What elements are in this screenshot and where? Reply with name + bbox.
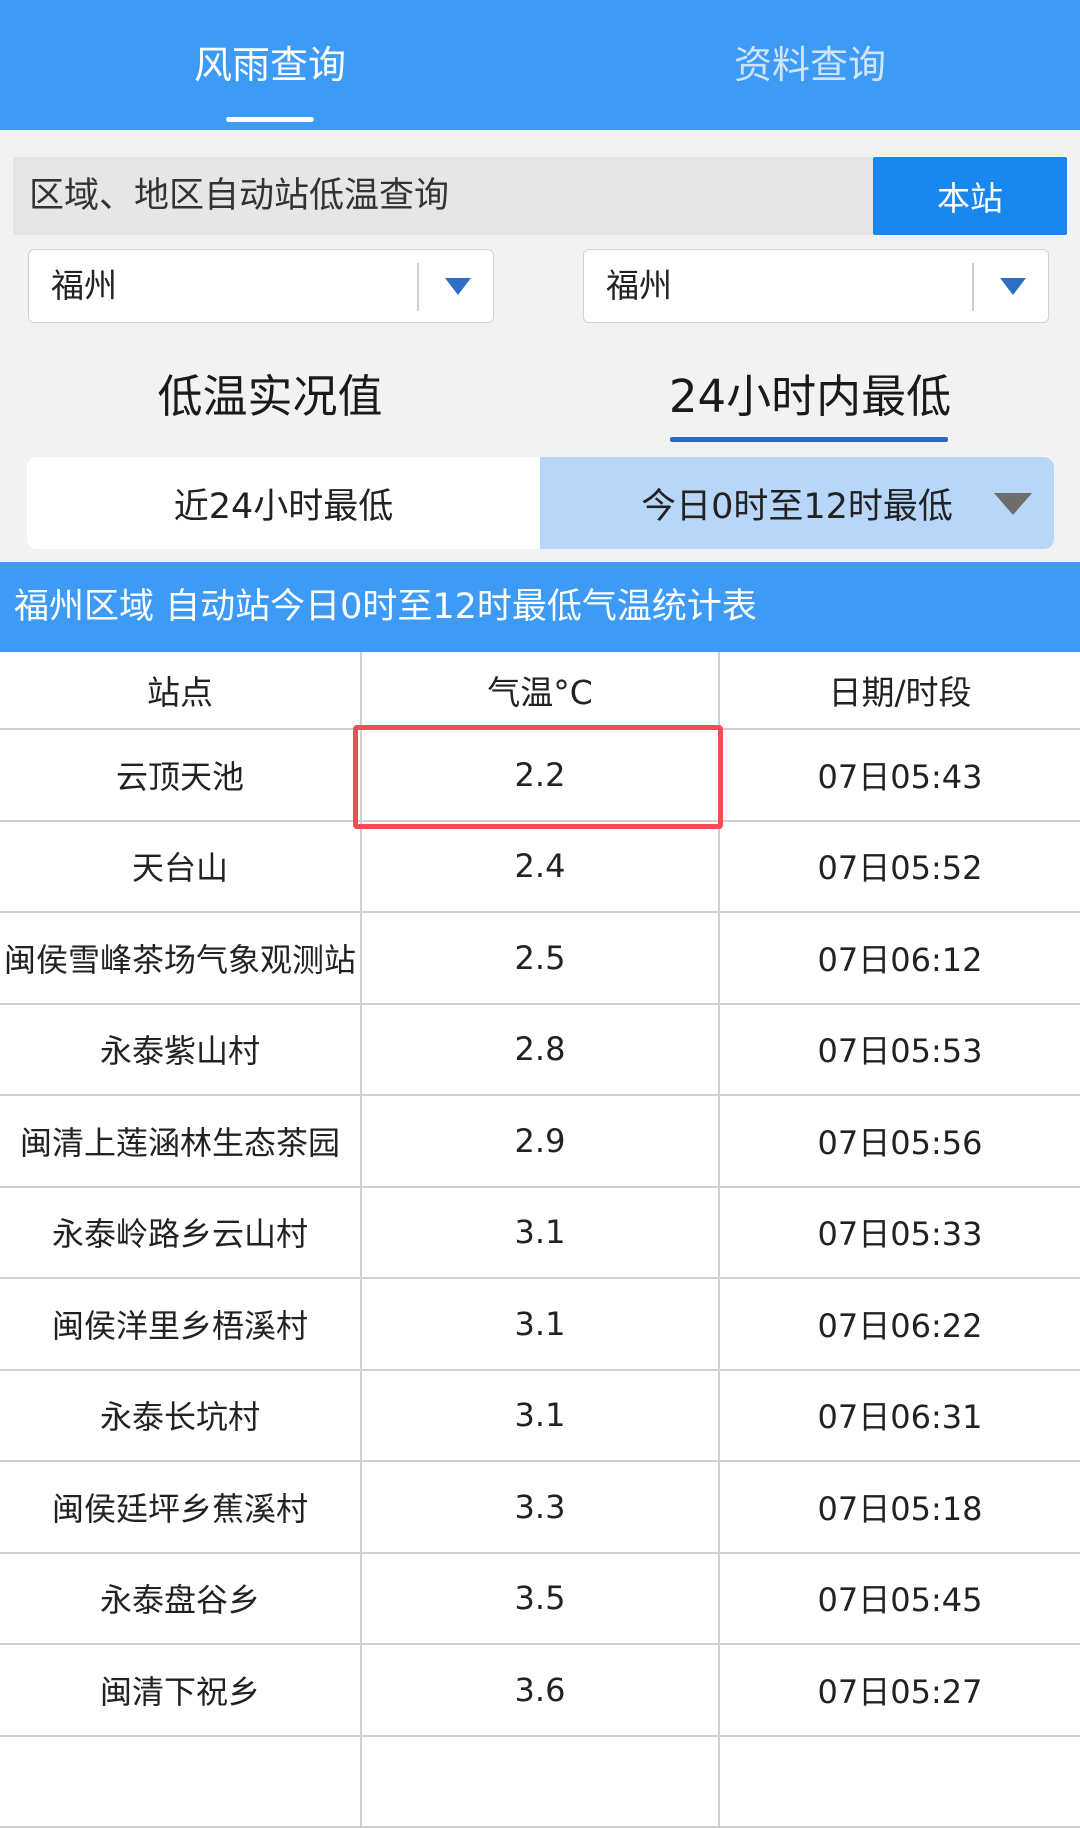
- header-temperature: 气温°C: [360, 652, 720, 728]
- station-cell: 永泰盘谷乡: [0, 1554, 360, 1644]
- table-row[interactable]: 闽侯洋里乡梧溪村 3.1 07日06:22: [0, 1279, 1080, 1371]
- time-cell: 07日05:52: [720, 822, 1080, 912]
- tab-data-query[interactable]: 资料查询: [540, 0, 1080, 130]
- temperature-cell: 3.1: [360, 1371, 720, 1461]
- time-cell: 07日06:31: [720, 1371, 1080, 1461]
- temperature-cell: 3.1: [360, 1188, 720, 1278]
- region-select[interactable]: 福州: [28, 249, 494, 323]
- query-panel: 区域、地区自动站低温查询 本站 福州 福州 低温实况值 24小时内最低 近24小…: [0, 130, 1080, 562]
- station-cell: 永泰紫山村: [0, 1005, 360, 1095]
- subtab-label: 近24小时最低: [174, 478, 394, 529]
- temperature-cell: 3.6: [360, 1645, 720, 1735]
- query-header-row: 区域、地区自动站低温查询 本站: [13, 157, 1067, 235]
- tab-label: 资料查询: [734, 34, 886, 89]
- mode-tab-low-temp-live[interactable]: 低温实况值: [0, 352, 540, 432]
- time-cell: 07日05:53: [720, 1005, 1080, 1095]
- station-cell: 闽清下祝乡: [0, 1645, 360, 1735]
- table-row[interactable]: 闽清下祝乡 3.6 07日05:27: [0, 1645, 1080, 1737]
- table-row[interactable]: 闽侯雪峰茶场气象观测站 2.5 07日06:12: [0, 913, 1080, 1005]
- table-title: 福州区域 自动站今日0时至12时最低气温统计表: [0, 562, 1080, 652]
- time-cell: 07日05:45: [720, 1554, 1080, 1644]
- dropdown-triangle-icon[interactable]: [994, 493, 1032, 515]
- temperature-cell: 2.4: [360, 822, 720, 912]
- area-select[interactable]: 福州: [583, 249, 1049, 323]
- subtab-label: 今日0时至12时最低: [641, 478, 953, 529]
- temperature-cell: 3.5: [360, 1554, 720, 1644]
- time-cell: 07日05:43: [720, 730, 1080, 820]
- time-cell: 07日05:18: [720, 1462, 1080, 1552]
- temperature-cell: 3.1: [360, 1279, 720, 1369]
- header-date-time: 日期/时段: [720, 652, 1080, 728]
- subtab-today-0-12[interactable]: 今日0时至12时最低: [540, 457, 1054, 549]
- top-tab-bar: 风雨查询 资料查询: [0, 0, 1080, 130]
- select-divider: [417, 263, 419, 311]
- time-cell: 07日06:12: [720, 913, 1080, 1003]
- query-title: 区域、地区自动站低温查询: [29, 157, 449, 235]
- active-mode-indicator: [670, 437, 948, 442]
- table-row[interactable]: 永泰岭路乡云山村 3.1 07日05:33: [0, 1188, 1080, 1280]
- station-cell: 云顶天池: [0, 730, 360, 820]
- chevron-down-icon[interactable]: [1000, 278, 1026, 295]
- region-select-value: 福州: [51, 250, 117, 322]
- mode-tab-24h-lowest[interactable]: 24小时内最低: [540, 352, 1080, 432]
- table-row[interactable]: 天台山 2.4 07日05:52: [0, 822, 1080, 914]
- station-cell: 闽侯雪峰茶场气象观测站: [0, 913, 360, 1003]
- temperature-cell: 2.9: [360, 1096, 720, 1186]
- active-tab-indicator: [226, 117, 314, 122]
- station-button[interactable]: 本站: [873, 157, 1067, 235]
- table-row[interactable]: 永泰盘谷乡 3.5 07日05:45: [0, 1554, 1080, 1646]
- station-cell: 天台山: [0, 822, 360, 912]
- table-row[interactable]: 永泰长坑村 3.1 07日06:31: [0, 1371, 1080, 1463]
- time-cell: 07日05:33: [720, 1188, 1080, 1278]
- station-cell: 闽清上莲涵林生态茶园: [0, 1096, 360, 1186]
- temperature-cell: 2.8: [360, 1005, 720, 1095]
- subtab-last-24h[interactable]: 近24小时最低: [27, 457, 540, 549]
- time-cell: 07日05:56: [720, 1096, 1080, 1186]
- station-cell: 闽侯廷坪乡蕉溪村: [0, 1462, 360, 1552]
- station-cell: 永泰岭路乡云山村: [0, 1188, 360, 1278]
- table-row[interactable]: 闽侯廷坪乡蕉溪村 3.3 07日05:18: [0, 1462, 1080, 1554]
- temperature-cell: 2.5: [360, 913, 720, 1003]
- area-select-value: 福州: [606, 250, 672, 322]
- table-row[interactable]: 永泰紫山村 2.8 07日05:53: [0, 1005, 1080, 1097]
- highlight-box: [353, 725, 723, 829]
- period-tabs: 近24小时最低 今日0时至12时最低: [27, 457, 1054, 549]
- table-header-row: 站点 气温°C 日期/时段: [0, 652, 1080, 730]
- station-cell: 闽侯洋里乡梧溪村: [0, 1279, 360, 1369]
- time-cell: 07日06:22: [720, 1279, 1080, 1369]
- tab-wind-rain-query[interactable]: 风雨查询: [0, 0, 540, 130]
- temperature-cell: 3.3: [360, 1462, 720, 1552]
- table-row[interactable]: [0, 1737, 1080, 1828]
- select-divider: [972, 263, 974, 311]
- table-row[interactable]: 闽清上莲涵林生态茶园 2.9 07日05:56: [0, 1096, 1080, 1188]
- header-station: 站点: [0, 652, 360, 728]
- chevron-down-icon[interactable]: [445, 278, 471, 295]
- time-cell: 07日05:27: [720, 1645, 1080, 1735]
- tab-label: 风雨查询: [194, 34, 346, 89]
- station-cell: 永泰长坑村: [0, 1371, 360, 1461]
